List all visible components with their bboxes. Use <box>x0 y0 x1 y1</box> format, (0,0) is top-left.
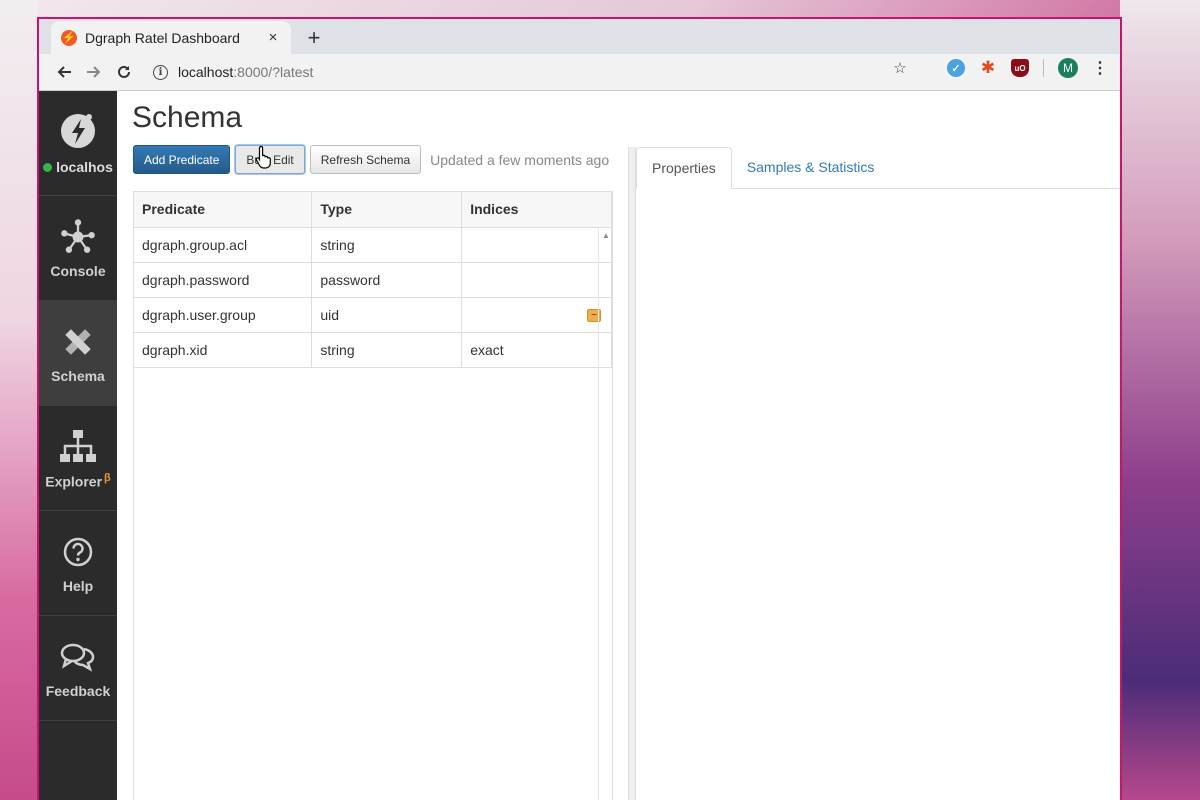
dgraph-favicon-icon: ⚡ <box>61 29 77 46</box>
address-bar[interactable]: i localhost :8000/?latest <box>153 64 313 80</box>
details-tabs: Properties Samples & Statistics <box>636 147 1120 189</box>
browser-window: ⚡ Dgraph Ratel Dashboard × + i localhost… <box>37 17 1122 800</box>
sidebar-item-explorer[interactable]: Explorer β <box>39 406 117 511</box>
profile-avatar[interactable]: M <box>1058 58 1078 78</box>
schema-page: Schema Add Predicate Bulk Edit Refresh S… <box>117 91 1120 800</box>
extension-blue-icon[interactable]: ✓ <box>947 59 965 77</box>
scroll-up-arrow-icon[interactable]: ▲ <box>602 231 610 240</box>
sidebar-item-schema[interactable]: Schema <box>39 301 117 406</box>
pencil-ruler-icon <box>58 322 98 362</box>
sidebar-item-help[interactable]: Help <box>39 511 117 616</box>
indices-cell: ~ <box>461 297 612 333</box>
connection-name: localhos <box>56 159 113 175</box>
menu-kebab-icon[interactable]: ⋮ <box>1092 58 1108 78</box>
tab-strip: ⚡ Dgraph Ratel Dashboard × + <box>39 19 1120 54</box>
add-predicate-button[interactable]: Add Predicate <box>133 145 231 174</box>
table-row[interactable]: dgraph.xid string exact <box>134 332 612 368</box>
column-header-predicate[interactable]: Predicate <box>134 192 313 228</box>
sidebar-connection[interactable]: localhos <box>39 91 117 196</box>
pane-splitter[interactable] <box>628 147 636 800</box>
table-row[interactable]: dgraph.user.group uid ~ <box>134 297 612 333</box>
extension-star-icon[interactable]: ✱ <box>979 58 997 77</box>
type-cell: uid <box>311 297 463 333</box>
tab-properties[interactable]: Properties <box>636 147 732 189</box>
reload-icon[interactable] <box>109 57 139 87</box>
connection-status: localhos <box>43 159 113 175</box>
sidebar-item-feedback[interactable]: Feedback <box>39 616 117 721</box>
toolbar-divider <box>1043 59 1044 77</box>
table-row[interactable]: dgraph.group.acl string <box>134 227 612 263</box>
toolbar-actions: ☆ ✓ ✱ uO M ⋮ <box>891 58 1108 78</box>
desktop-background-right <box>1120 0 1200 800</box>
hand-cursor-icon <box>255 145 275 174</box>
info-icon[interactable]: i <box>153 64 168 80</box>
sidebar-item-label: Help <box>62 578 94 594</box>
predicate-cell: dgraph.user.group <box>134 297 313 333</box>
ublock-shield-icon[interactable]: uO <box>1011 59 1029 77</box>
details-panel: Properties Samples & Statistics <box>636 147 1120 800</box>
predicate-cell: dgraph.xid <box>134 332 313 368</box>
predicates-panel: Predicate Type Indices dgraph.group.acl … <box>133 191 613 800</box>
indices-cell <box>461 262 612 298</box>
updated-status: Updated a few moments ago <box>430 151 610 168</box>
browser-toolbar: i localhost :8000/?latest ☆ ✓ ✱ uO M ⋮ <box>39 54 1120 91</box>
ratel-app: localhos Console Schema Explorer β Help … <box>39 91 1120 800</box>
type-cell: password <box>311 262 463 298</box>
sidebar: localhos Console Schema Explorer β Help … <box>39 91 117 800</box>
beta-badge: β <box>104 472 111 485</box>
predicate-cell: dgraph.group.acl <box>134 227 313 263</box>
type-cell: string <box>311 332 463 368</box>
close-tab-icon[interactable]: × <box>265 29 281 46</box>
predicate-cell: dgraph.password <box>134 262 313 298</box>
indices-cell: exact <box>461 332 612 368</box>
status-dot <box>43 162 53 172</box>
table-scrollbar[interactable]: ▲ <box>598 227 612 800</box>
desktop-background-left <box>0 0 38 800</box>
sidebar-item-label: Schema <box>51 368 105 384</box>
new-tab-button[interactable]: + <box>303 25 325 51</box>
refresh-schema-button[interactable]: Refresh Schema <box>309 145 422 174</box>
question-circle-icon <box>58 532 98 572</box>
column-header-type[interactable]: Type <box>311 192 463 228</box>
sidebar-item-console[interactable]: Console <box>39 196 117 301</box>
type-cell: string <box>311 227 463 263</box>
sidebar-item-label: Console <box>50 263 106 279</box>
sidebar-item-label: Feedback <box>45 683 111 699</box>
sidebar-item-label: Explorer <box>45 473 103 490</box>
predicates-table: Predicate Type Indices dgraph.group.acl … <box>134 192 612 368</box>
url-host: localhost <box>178 64 234 80</box>
sidebar-item-explorer-text: Explorer β <box>45 472 111 490</box>
org-chart-icon <box>58 426 98 466</box>
url-path: :8000/?latest <box>233 64 314 80</box>
table-row[interactable]: dgraph.password password <box>134 262 612 298</box>
bookmark-star-icon[interactable]: ☆ <box>891 59 909 77</box>
graph-nodes-icon <box>58 217 98 257</box>
tab-samples-statistics[interactable]: Samples & Statistics <box>732 146 890 188</box>
speech-bubbles-icon <box>58 637 98 677</box>
forward-arrow-icon[interactable] <box>79 57 109 87</box>
tab-title: Dgraph Ratel Dashboard <box>85 29 240 46</box>
back-arrow-icon[interactable] <box>49 57 79 87</box>
table-header-row: Predicate Type Indices <box>134 192 612 228</box>
column-header-indices[interactable]: Indices <box>461 192 612 228</box>
browser-tab[interactable]: ⚡ Dgraph Ratel Dashboard × <box>51 21 291 54</box>
dgraph-logo-icon <box>58 111 98 151</box>
schema-actions: Add Predicate Bulk Edit Refresh Schema U… <box>133 145 609 174</box>
page-title: Schema <box>132 101 243 134</box>
indices-cell <box>461 227 612 263</box>
